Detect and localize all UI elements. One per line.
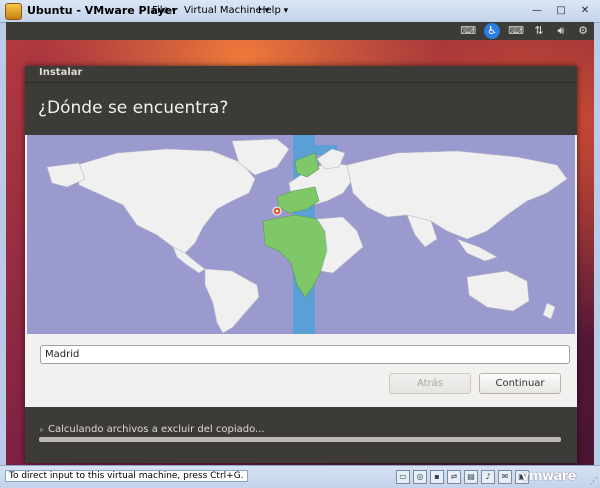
location-marker-dot	[275, 209, 279, 213]
back-button[interactable]: Atrás	[389, 373, 471, 394]
location-input[interactable]: Madrid	[40, 345, 570, 364]
installer-header: ¿Dónde se encuentra?	[25, 83, 577, 135]
usb-device-icon[interactable]: ⇌	[447, 470, 461, 484]
vmware-status-bar: To direct input to this virtual machine,…	[0, 465, 600, 488]
installer-title: Instalar	[39, 67, 83, 78]
floppy-icon[interactable]: ▪	[430, 470, 444, 484]
resize-grip-icon[interactable]: ⋰	[589, 477, 598, 487]
close-button[interactable]: ✕	[574, 3, 596, 20]
keyboard-icon[interactable]: ⌨	[460, 23, 476, 39]
status-line: ▸ Calculando archivos a excluir del copia…	[40, 424, 265, 435]
status-text: Calculando archivos a excluir del copiad…	[48, 424, 265, 435]
vmware-window: Ubuntu - VMware Player File Virtual Mach…	[0, 0, 600, 488]
vmware-logo: vmware	[521, 469, 577, 484]
volume-icon[interactable]: 🔊︎	[554, 23, 568, 39]
messages-icon[interactable]: ✉	[498, 470, 512, 484]
maximize-button[interactable]: □	[550, 3, 572, 20]
menu-virtual-machine[interactable]: Virtual Machine	[184, 5, 269, 16]
title-bar: Ubuntu - VMware Player File Virtual Mach…	[0, 0, 600, 23]
printer-icon[interactable]: ▤	[464, 470, 478, 484]
installer-window: Instalar ¿Dónde se encuentra? Madrid Atr…	[25, 66, 577, 463]
network-device-icon[interactable]: ▭	[396, 470, 410, 484]
page-title: ¿Dónde se encuentra?	[38, 98, 229, 118]
continue-button[interactable]: Continuar	[479, 373, 561, 394]
install-progress-bar	[39, 437, 561, 442]
accessibility-icon[interactable]: ♿	[484, 23, 501, 39]
device-tray: ▭ ◎ ▪ ⇌ ▤ ♪ ✉ ▣	[396, 470, 529, 484]
status-expand-icon[interactable]: ▸	[40, 425, 44, 434]
installer-title-bar: Instalar	[25, 66, 577, 83]
network-icon[interactable]: ⇅	[532, 23, 546, 39]
menu-file[interactable]: File	[152, 5, 176, 16]
sound-device-icon[interactable]: ♪	[481, 470, 495, 484]
keyboard-layout-icon[interactable]: ⌨	[508, 23, 524, 39]
vmware-app-icon	[5, 3, 22, 20]
minimize-button[interactable]: —	[526, 3, 548, 20]
settings-icon[interactable]: ⚙	[576, 23, 590, 39]
menu-help[interactable]: Help	[258, 5, 288, 16]
ubuntu-top-panel: ⌨ ♿ ⌨ ⇅ 🔊︎ ⚙	[6, 22, 594, 40]
input-hint: To direct input to this virtual machine,…	[5, 470, 248, 482]
cd-drive-icon[interactable]: ◎	[413, 470, 427, 484]
timezone-map[interactable]	[27, 135, 575, 334]
install-status-area: ▸ Calculando archivos a excluir del copia…	[25, 407, 577, 463]
